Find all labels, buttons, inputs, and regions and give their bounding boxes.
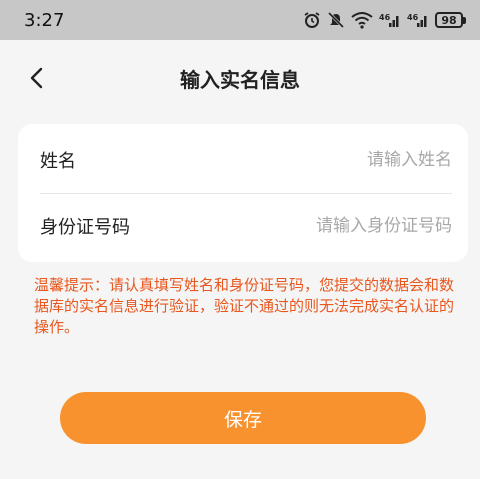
battery-icon: 98: [435, 12, 466, 28]
svg-text:46: 46: [379, 13, 391, 22]
alarm-icon: [303, 11, 321, 29]
battery-level: 98: [435, 12, 463, 28]
name-row: 姓名: [18, 126, 468, 194]
form-card: 姓名 身份证号码: [18, 124, 468, 262]
save-button[interactable]: 保存: [60, 392, 426, 444]
name-input[interactable]: [232, 150, 452, 170]
status-bar: 3:27 46 46 98: [0, 0, 480, 40]
back-button[interactable]: [22, 64, 50, 92]
wifi-icon: [351, 11, 373, 29]
id-number-row: 身份证号码: [18, 192, 468, 260]
status-icons: 46 46 98: [303, 11, 466, 29]
nav-bar: 输入实名信息: [0, 40, 480, 116]
mute-bell-icon: [327, 11, 345, 29]
id-number-input[interactable]: [232, 216, 452, 236]
id-number-label: 身份证号码: [40, 217, 130, 238]
cell-signal-1-icon: 46: [379, 12, 401, 28]
svg-text:46: 46: [407, 13, 419, 22]
page-title: 输入实名信息: [180, 67, 300, 92]
name-label: 姓名: [40, 151, 76, 172]
status-time: 3:27: [24, 9, 65, 31]
chevron-left-icon: [30, 67, 43, 89]
warning-tip: 温馨提示：请认真填写姓名和身份证号码，您提交的数据会和数据库的实名信息进行验证，…: [34, 276, 455, 336]
cell-signal-2-icon: 46: [407, 12, 429, 28]
